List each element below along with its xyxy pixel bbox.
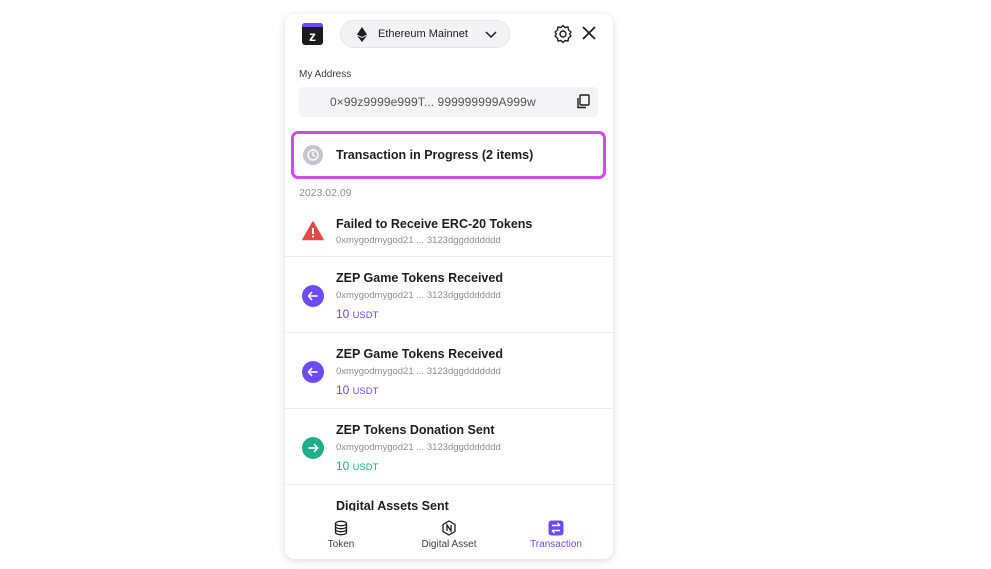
transaction-address: 0xmygodmygod21 ... 3123dggddddddd (336, 235, 501, 246)
transaction-title: ZEP Game Tokens Received (336, 347, 503, 361)
tab-label: Digital Asset (421, 539, 477, 550)
transaction-item[interactable]: Failed to Receive ERC-20 Tokens 0xmygodm… (285, 208, 613, 257)
address-field: 0×99z9999e999T... 999999999A999w (299, 87, 598, 117)
tab-label: Transaction (530, 539, 582, 550)
swap-icon (548, 520, 564, 536)
wallet-panel: z Ethereum Mainnet My Address 0×99z9999e… (285, 14, 613, 559)
bottom-tab-bar: Token Digital Asset Transaction (285, 511, 613, 559)
date-header: 2023.02.09 (299, 187, 352, 199)
tab-transaction[interactable]: Transaction (506, 511, 606, 559)
clock-icon (303, 145, 323, 165)
arrow-left-icon (302, 285, 324, 307)
address-value: 0×99z9999e999T... 999999999A999w (330, 95, 536, 109)
tab-token[interactable]: Token (291, 511, 391, 559)
transaction-in-progress-banner[interactable]: Transaction in Progress (2 items) (291, 131, 606, 179)
transaction-amount: 10 USDT (336, 307, 379, 321)
address-label: My Address (299, 69, 352, 80)
transaction-item[interactable]: ZEP Game Tokens Received 0xmygodmygod21 … (285, 333, 613, 409)
chevron-down-icon (485, 31, 497, 39)
close-icon[interactable] (581, 25, 597, 41)
transaction-title: ZEP Game Tokens Received (336, 271, 503, 285)
ethereum-icon (357, 27, 367, 42)
tab-label: Token (327, 539, 355, 550)
transaction-title: ZEP Tokens Donation Sent (336, 423, 495, 437)
transaction-item[interactable]: ZEP Game Tokens Received 0xmygodmygod21 … (285, 257, 613, 333)
transaction-address: 0xmygodmygod21 ... 3123dggddddddd (336, 290, 501, 301)
transaction-amount: 10 USDT (336, 459, 379, 473)
transaction-title: Failed to Receive ERC-20 Tokens (336, 217, 533, 231)
arrow-right-icon (302, 437, 324, 459)
copy-icon[interactable] (576, 94, 590, 109)
nft-hexagon-icon (442, 520, 456, 536)
zep-logo: z (302, 23, 323, 45)
tab-digital-asset[interactable]: Digital Asset (399, 511, 499, 559)
network-selector[interactable]: Ethereum Mainnet (340, 20, 510, 48)
gear-icon[interactable] (553, 24, 573, 44)
transaction-address: 0xmygodmygod21 ... 3123dggddddddd (336, 442, 501, 453)
transaction-amount: 10 USDT (336, 383, 379, 397)
arrow-left-icon (302, 361, 324, 383)
network-name: Ethereum Mainnet (378, 28, 468, 40)
transaction-address: 0xmygodmygod21 ... 3123dggddddddd (336, 366, 501, 377)
warning-icon (302, 221, 324, 241)
in-progress-text: Transaction in Progress (2 items) (336, 148, 534, 162)
database-icon (334, 520, 348, 536)
transaction-item[interactable]: ZEP Tokens Donation Sent 0xmygodmygod21 … (285, 409, 613, 485)
